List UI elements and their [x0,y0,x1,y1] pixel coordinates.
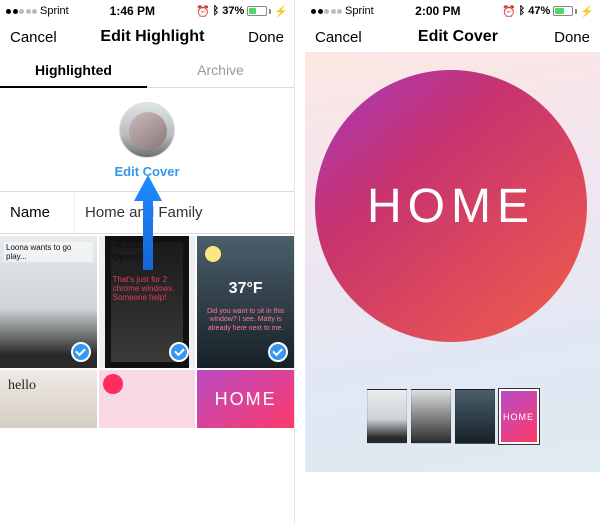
status-bar: Sprint 1:46 PM ⏰ ᛒ 37% ⚡ [0,0,294,20]
cover-section: Edit Cover [0,88,294,191]
edit-cover-link[interactable]: Edit Cover [114,164,179,179]
selected-check-icon [268,342,288,362]
signal-dots-icon [311,9,342,14]
cancel-button[interactable]: Cancel [315,29,362,46]
highlight-name-input[interactable] [75,192,294,233]
tile-caption: Loona wants to go play... [4,242,93,262]
done-button[interactable]: Done [248,29,284,46]
screenshot-edit-highlight: Sprint 1:46 PM ⏰ ᛒ 37% ⚡ Cancel Edit Hig… [0,0,295,525]
battery-percent: 37% [222,5,244,17]
bubble-shape [103,374,123,394]
status-time: 2:00 PM [415,4,460,18]
tile-caption: 46 Tabs [113,240,146,250]
cover-text: HOME [367,179,535,234]
story-tile[interactable]: 37°F Did you want to sit in this window?… [197,236,294,368]
story-grid-row2: hello HOME [0,370,294,428]
bluetooth-icon: ᛒ [213,5,220,17]
story-tile[interactable]: 46 Tabs Open!!!!!! That's just for 2 chr… [99,236,196,368]
cancel-button[interactable]: Cancel [10,29,57,46]
tile-caption: hello [8,378,36,394]
story-tile[interactable]: hello [0,370,97,428]
battery-icon [247,6,271,16]
tab-highlighted[interactable]: Highlighted [0,52,147,88]
status-bar: Sprint 2:00 PM ⏰ ᛒ 47% ⚡ [305,0,600,20]
strip-thumb[interactable] [367,389,407,444]
strip-thumb-text: HOME [503,412,534,422]
name-row: Name [0,191,294,234]
alarm-icon: ⏰ [502,5,516,18]
bluetooth-icon: ᛒ [519,5,526,17]
cover-thumbnail[interactable] [119,102,175,158]
charging-icon: ⚡ [580,5,594,18]
page-title: Edit Cover [418,28,498,46]
done-button[interactable]: Done [554,29,590,46]
strip-thumb-selected[interactable]: HOME [499,389,539,444]
sun-shape [205,246,221,262]
tile-caption: Open!!!!!! [113,252,154,262]
carrier-label: Sprint [345,5,374,17]
screenshot-edit-cover: Sprint 2:00 PM ⏰ ᛒ 47% ⚡ Cancel Edit Cov… [305,0,600,525]
selected-check-icon [71,342,91,362]
page-title: Edit Highlight [100,28,204,46]
name-label: Name [0,192,75,233]
tile-text: HOME [215,389,277,410]
strip-thumb[interactable] [411,389,451,444]
story-tile[interactable]: HOME [197,370,294,428]
charging-icon: ⚡ [274,5,288,18]
tile-caption: Did you want to sit in this window? I se… [205,308,286,333]
strip-thumb[interactable] [455,389,495,444]
tile-temp: 37°F [197,280,294,298]
battery-percent: 47% [528,5,550,17]
alarm-icon: ⏰ [196,5,210,18]
story-tile[interactable]: Loona wants to go play... [0,236,97,368]
battery-icon [553,6,577,16]
thumbnail-strip: HOME [305,389,600,444]
signal-dots-icon [6,9,37,14]
nav-bar: Cancel Edit Highlight Done [0,20,294,52]
cover-crop-circle[interactable]: HOME [315,70,587,342]
cover-canvas[interactable]: HOME HOME [305,52,600,472]
carrier-label: Sprint [40,5,69,17]
tab-archive[interactable]: Archive [147,52,294,87]
nav-bar: Cancel Edit Cover Done [305,20,600,52]
story-tile[interactable] [99,370,196,428]
tile-caption: That's just for 2 chrome windows. Someon… [113,276,196,302]
tabs: Highlighted Archive [0,52,294,88]
story-grid: Loona wants to go play... 46 Tabs Open!!… [0,234,294,368]
status-time: 1:46 PM [110,4,155,18]
